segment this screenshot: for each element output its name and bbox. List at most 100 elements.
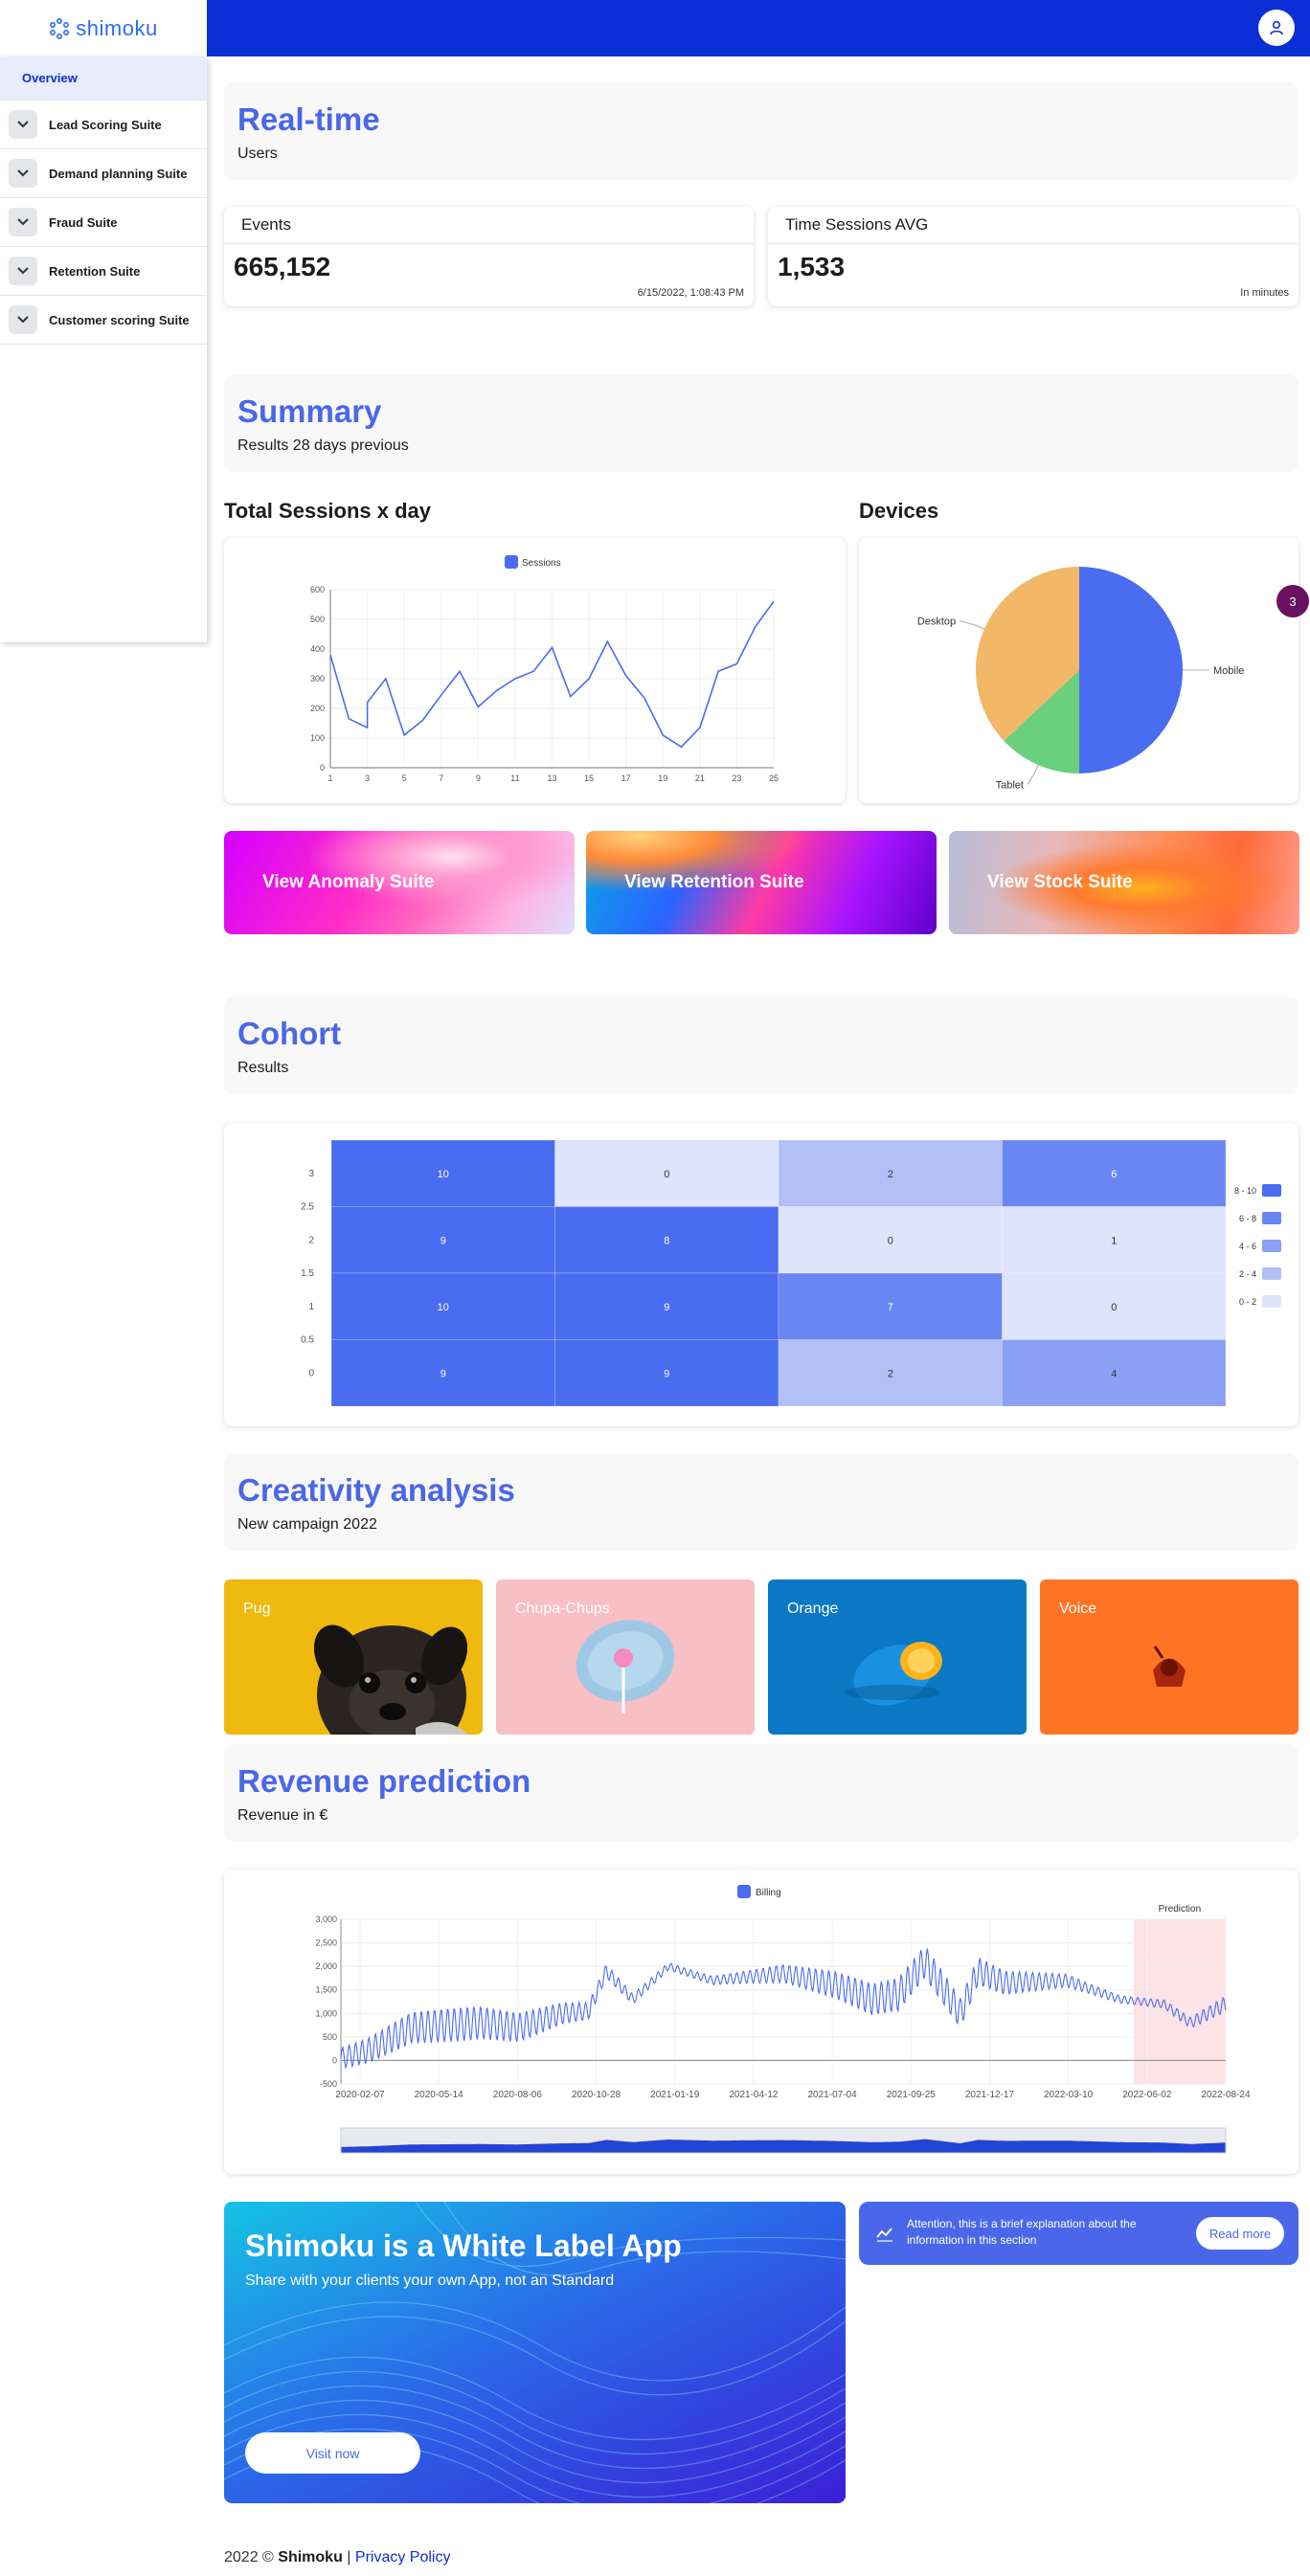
legend-swatch	[1262, 1295, 1281, 1308]
pie-label-line	[960, 619, 985, 630]
logo[interactable]: shimoku	[0, 0, 207, 56]
attention-banner: Attention, this is a brief explanation a…	[859, 2202, 1299, 2265]
y-tick-label: 1,000	[315, 2008, 337, 2018]
sidebar-item-overview[interactable]: Overview	[0, 56, 207, 101]
revenue-title: Revenue prediction	[237, 1763, 531, 1799]
view-stock-suite-card[interactable]: View Stock Suite	[949, 831, 1299, 934]
cohort-header: Cohort Results	[224, 997, 1299, 1094]
indicator-time-sessions: Time Sessions AVG 1,533 In minutes	[768, 207, 1299, 306]
creativity-card-pug[interactable]: Pug	[224, 1579, 483, 1735]
creativity-card-chupa-chups[interactable]: Chupa-Chups	[496, 1579, 755, 1735]
sessions-chart-card: 0 100 200 300 400 500 600 1 3 5 7 9 11 13 15 17 19 21 23 25…	[224, 538, 846, 803]
creativity-label: Orange	[787, 1601, 839, 1617]
sidebar-item-customer-scoring[interactable]: Customer scoring Suite	[0, 296, 207, 345]
legend-swatch	[1262, 1240, 1281, 1252]
sidebar-item-lead-scoring[interactable]: Lead Scoring Suite	[0, 101, 207, 149]
y-tick-label: 3	[308, 1169, 314, 1179]
legend-label: 6 - 8	[1239, 1214, 1256, 1223]
y-tick-label: 600	[310, 585, 325, 594]
view-anomaly-suite-card[interactable]: View Anomaly Suite	[224, 831, 575, 934]
chevron-down-icon[interactable]	[9, 208, 37, 236]
white-label-title: Shimoku is a White Label App	[245, 2229, 682, 2263]
creativity-label: Pug	[243, 1601, 271, 1617]
view-retention-suite-card[interactable]: View Retention Suite	[586, 831, 937, 934]
y-tick-label: 2,500	[315, 1938, 337, 1948]
footer-separator: |	[342, 2549, 355, 2565]
heatmap-cell-label: 2	[888, 1368, 893, 1379]
white-label-banner: Shimoku is a White Label App Share with …	[224, 2202, 846, 2503]
x-tick-label: 2020-02-07	[335, 2090, 385, 2100]
sidebar-item-demand-planning[interactable]: Demand planning Suite	[0, 149, 207, 198]
indicator-value: 1,533	[778, 252, 846, 281]
summary-header: Summary Results 28 days previous	[224, 374, 1299, 472]
prediction-annotation: Prediction	[1159, 1904, 1201, 1915]
x-tick-label: 21	[695, 773, 705, 783]
user-avatar[interactable]	[1258, 10, 1295, 46]
x-tick-label: 2020-08-06	[493, 2090, 543, 2100]
view-card-label: View Retention Suite	[624, 872, 804, 892]
view-card-label: View Stock Suite	[987, 872, 1133, 892]
creativity-subtitle: New campaign 2022	[237, 1516, 377, 1533]
pie-slice-mobile	[1079, 567, 1183, 773]
cohort-title: Cohort	[237, 1016, 342, 1051]
y-tick-label: 2.5	[301, 1202, 314, 1213]
divider	[224, 243, 754, 244]
creativity-card-orange[interactable]: Orange	[768, 1579, 1027, 1735]
revenue-chart-card: Prediction -500 0 500 1,000 1,500 2,000 2,500 3,…	[224, 1870, 1299, 2174]
heatmap-cell-label: 9	[440, 1368, 446, 1379]
privacy-policy-link[interactable]: Privacy Policy	[355, 2549, 451, 2565]
sidebar-item-label: Customer scoring Suite	[49, 312, 190, 327]
y-tick-label: 0.5	[301, 1335, 314, 1346]
revenue-subtitle: Revenue in €	[237, 1807, 328, 1824]
heatmap-cell-label: 7	[888, 1302, 893, 1313]
sessions-chart-label: Total Sessions x day	[224, 499, 432, 523]
footer: 2022 © Shimoku | Privacy Policy	[224, 2549, 450, 2566]
heatmap-cell-label: 2	[888, 1169, 893, 1180]
user-icon	[1270, 20, 1283, 35]
summary-subtitle: Results 28 days previous	[237, 437, 409, 454]
chevron-down-icon[interactable]	[9, 305, 37, 334]
white-label-subtitle: Share with your clients your own App, no…	[245, 2273, 615, 2289]
x-tick-label: 15	[584, 773, 594, 783]
x-tick-label: 2021-01-19	[650, 2090, 700, 2100]
heatmap-cell-label: 0	[664, 1169, 669, 1180]
footer-brand: Shimoku	[278, 2549, 343, 2565]
y-tick-label: 200	[310, 704, 325, 713]
y-tick-label: 0	[320, 763, 325, 773]
read-more-button[interactable]: Read more	[1196, 2217, 1284, 2250]
indicator-footer: 6/15/2022, 1:08:43 PM	[637, 287, 744, 299]
chevron-down-icon[interactable]	[9, 257, 37, 285]
revenue-line-chart: Prediction -500 0 500 1,000 1,500 2,000 2,500 3,…	[315, 1885, 1251, 2154]
cohort-heatmap: 10 0 2 6 9 8 0 1 10 9 7 0 9 9 2 4 3 2.5 2 1.5 1 0.5 0 8 - 10 6 -…	[301, 1139, 1281, 1407]
x-tick-label: 17	[621, 773, 631, 783]
chevron-down-icon[interactable]	[9, 159, 37, 188]
footer-copyright: 2022 ©	[224, 2549, 279, 2565]
creativity-card-voice[interactable]: Voice	[1040, 1579, 1299, 1735]
y-tick-label: 0	[332, 2055, 337, 2065]
divider	[768, 243, 1299, 244]
devices-chart-card: Mobile Tablet Desktop	[859, 538, 1299, 803]
cohort-heatmap-card: 10 0 2 6 9 8 0 1 10 9 7 0 9 9 2 4 3 2.5 2 1.5 1 0.5 0 8 - 10 6 -…	[224, 1123, 1299, 1426]
sidebar-item-retention[interactable]: Retention Suite	[0, 247, 207, 296]
realtime-subtitle: Users	[237, 146, 278, 162]
notification-badge[interactable]: 3	[1276, 585, 1309, 617]
x-tick-label: 19	[658, 773, 667, 783]
x-tick-label: 2020-05-14	[415, 2090, 464, 2100]
creativity-label: Voice	[1059, 1601, 1097, 1617]
creativity-header: Creativity analysis New campaign 2022	[224, 1453, 1299, 1551]
heatmap-cell-label: 9	[440, 1235, 446, 1246]
chevron-down-icon[interactable]	[9, 110, 37, 139]
visit-now-button[interactable]: Visit now	[245, 2432, 420, 2474]
x-tick-label: 2021-07-04	[808, 2090, 858, 2100]
x-tick-label: 1	[328, 773, 332, 783]
x-tick-label: 11	[510, 773, 519, 783]
legend-label: 0 - 2	[1239, 1297, 1256, 1307]
summary-title: Summary	[237, 393, 382, 429]
sidebar-item-label: Fraud Suite	[49, 214, 118, 230]
indicator-title: Time Sessions AVG	[785, 215, 929, 234]
y-tick-label: 0	[308, 1368, 314, 1378]
x-tick-label: 2021-12-17	[965, 2090, 1015, 2100]
x-tick-label: 5	[402, 773, 407, 783]
sidebar-item-fraud[interactable]: Fraud Suite	[0, 198, 207, 247]
y-tick-label: 2,000	[315, 1961, 337, 1971]
